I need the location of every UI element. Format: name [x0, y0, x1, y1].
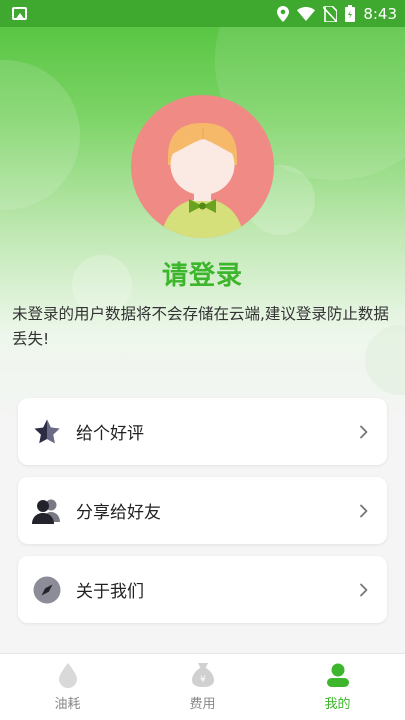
tab-fuel[interactable]: 油耗 — [0, 654, 135, 720]
status-time: 8:43 — [363, 4, 397, 23]
menu-item-label: 关于我们 — [76, 582, 144, 602]
bottom-tab-bar: 油耗 ¥ 费用 我的 — [0, 653, 405, 720]
tab-mine[interactable]: 我的 — [270, 654, 405, 720]
rate-app-button[interactable]: 给个好评 — [18, 398, 387, 465]
user-avatar-icon[interactable] — [131, 95, 274, 238]
menu-item-label: 分享给好友 — [76, 503, 161, 523]
money-bag-icon: ¥ — [190, 662, 216, 688]
user-icon — [325, 662, 351, 688]
about-us-button[interactable]: 关于我们 — [18, 556, 387, 623]
svg-text:¥: ¥ — [200, 675, 206, 685]
chevron-right-icon — [360, 504, 368, 517]
chevron-right-icon — [360, 425, 368, 438]
wifi-icon — [297, 6, 316, 21]
tab-expenses[interactable]: ¥ 费用 — [135, 654, 270, 720]
no-sim-icon — [323, 5, 338, 22]
chevron-right-icon — [360, 583, 368, 596]
drop-icon — [55, 662, 81, 688]
tab-label: 我的 — [324, 697, 351, 712]
gallery-icon — [12, 7, 27, 20]
star-icon — [32, 417, 62, 447]
tab-label: 油耗 — [54, 697, 81, 712]
battery-icon — [345, 5, 356, 22]
login-description: 未登录的用户数据将不会存储在云端,建议登录防止数据丢失! — [12, 305, 389, 348]
location-icon — [277, 5, 290, 22]
decor-bubble — [0, 60, 80, 210]
tab-label: 费用 — [189, 697, 216, 712]
status-bar: 8:43 — [0, 0, 405, 27]
users-icon — [32, 496, 62, 526]
menu-item-label: 给个好评 — [76, 424, 144, 444]
share-to-friends-button[interactable]: 分享给好友 — [18, 477, 387, 544]
compass-icon — [32, 575, 62, 605]
login-title[interactable]: 请登录 — [0, 255, 405, 292]
